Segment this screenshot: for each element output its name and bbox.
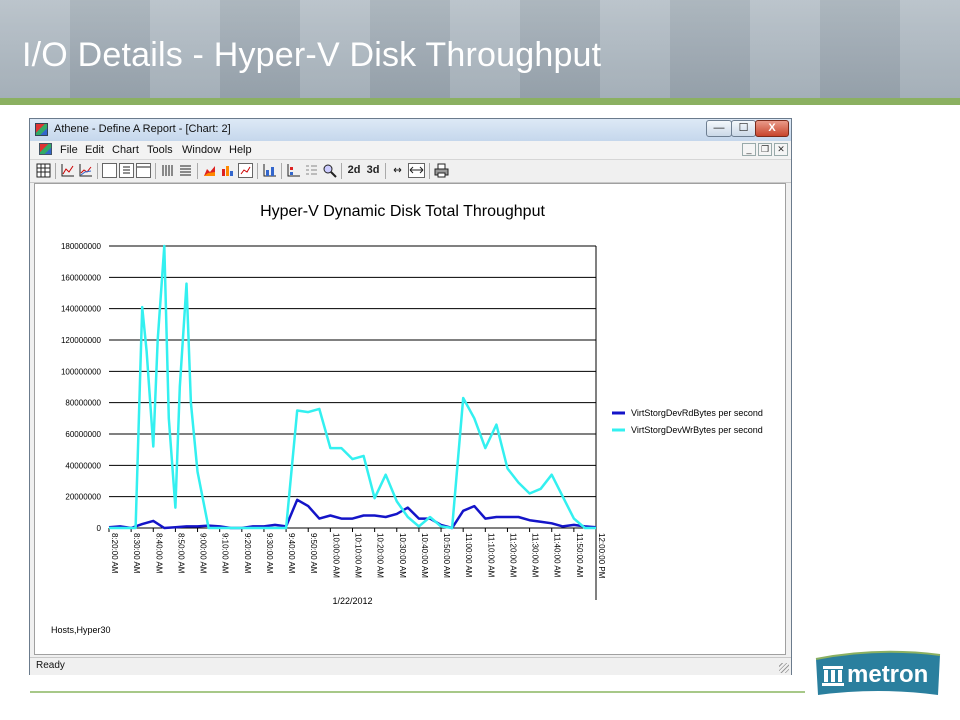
area-chart-icon[interactable] xyxy=(202,163,217,178)
mdi-restore-button[interactable]: ❐ xyxy=(758,143,772,156)
area-line-chart-icon[interactable] xyxy=(78,163,93,178)
close-button[interactable]: X xyxy=(755,120,789,137)
wide-width-icon[interactable] xyxy=(408,163,425,178)
view-2d-button[interactable]: 2d xyxy=(345,163,363,178)
x-tick-label: 9:20:00 AM xyxy=(243,533,252,574)
document-icon[interactable] xyxy=(39,143,52,155)
x-tick-label: 10:50:00 AM xyxy=(442,533,451,578)
logo-graphic: metron xyxy=(815,650,941,695)
legend-label-1: VirtStorgDevRdBytes per second xyxy=(631,408,763,418)
slide-header: I/O Details - Hyper-V Disk Throughput xyxy=(0,0,960,98)
y-tick-label: 160000000 xyxy=(61,273,102,282)
window-titlebar[interactable]: Athene - Define A Report - [Chart: 2] — … xyxy=(30,119,791,141)
chart-footnote: Hosts,Hyper30 xyxy=(51,625,111,635)
x-tick-label: 9:40:00 AM xyxy=(287,533,296,574)
resize-grip[interactable] xyxy=(779,663,789,673)
chart-area: Hyper-V Dynamic Disk Total Throughput 0 20… xyxy=(34,183,786,655)
slide-title: I/O Details - Hyper-V Disk Throughput xyxy=(22,36,602,74)
layout-list-icon[interactable] xyxy=(119,163,134,178)
x-tick-label: 10:40:00 AM xyxy=(420,533,429,578)
x-tick-label: 12:00:00 PM xyxy=(597,533,606,579)
x-tick-label: 8:40:00 AM xyxy=(154,533,163,574)
window-title: Athene - Define A Report - [Chart: 2] xyxy=(54,123,231,135)
menu-tools[interactable]: Tools xyxy=(147,144,173,156)
x-tick-label: 9:10:00 AM xyxy=(221,533,230,574)
y-tick-label: 80000000 xyxy=(65,399,101,408)
y-tick-label: 140000000 xyxy=(61,305,102,314)
x-tick-label: 11:50:00 AM xyxy=(575,533,584,578)
menu-chart[interactable]: Chart xyxy=(112,144,139,156)
stacked-chart-icon[interactable] xyxy=(262,163,277,178)
toolbar: 2d 3d xyxy=(30,160,791,183)
y-tick-label: 180000000 xyxy=(61,242,102,251)
legend-label-2: VirtStorgDevWrBytes per second xyxy=(631,425,763,435)
menubar: File Edit Chart Tools Window Help _ ❐ ✕ xyxy=(30,141,791,160)
metron-logo: metron xyxy=(814,649,942,699)
bar-chart-icon[interactable] xyxy=(220,163,235,178)
statusbar: Ready xyxy=(30,657,791,675)
mdi-close-button[interactable]: ✕ xyxy=(774,143,788,156)
menu-window[interactable]: Window xyxy=(182,144,221,156)
trend-chart-icon[interactable] xyxy=(238,163,253,178)
x-tick-label: 8:50:00 AM xyxy=(176,533,185,574)
legend-icon[interactable] xyxy=(286,163,301,178)
x-tick-label: 10:00:00 AM xyxy=(331,533,340,578)
footer-rule xyxy=(30,691,805,693)
minimize-button[interactable]: — xyxy=(706,120,732,137)
x-tick-label: 9:50:00 AM xyxy=(309,533,318,574)
x-tick-label: 10:10:00 AM xyxy=(354,533,363,578)
y-tick-label: 40000000 xyxy=(65,461,101,470)
columns-icon[interactable] xyxy=(160,163,175,178)
app-window: Athene - Define A Report - [Chart: 2] — … xyxy=(29,118,792,675)
table-view-icon[interactable] xyxy=(36,163,51,178)
narrow-width-icon[interactable] xyxy=(390,163,405,178)
find-icon[interactable] xyxy=(322,163,337,178)
logo-text: metron xyxy=(847,661,928,688)
menu-edit[interactable]: Edit xyxy=(85,144,104,156)
mdi-minimize-button[interactable]: _ xyxy=(742,143,756,156)
x-tick-label: 9:00:00 AM xyxy=(199,533,208,574)
series-line-2 xyxy=(109,244,596,530)
series-line-1 xyxy=(108,498,597,530)
view-3d-button[interactable]: 3d xyxy=(364,163,382,178)
x-tick-label: 11:30:00 AM xyxy=(531,533,540,578)
x-tick-label: 11:00:00 AM xyxy=(464,533,473,578)
y-tick-label: 60000000 xyxy=(65,430,101,439)
x-tick-label: 8:30:00 AM xyxy=(132,533,141,574)
layout-single-icon[interactable] xyxy=(102,163,117,178)
status-text: Ready xyxy=(36,660,65,671)
x-tick-label: 10:20:00 AM xyxy=(376,533,385,578)
menu-file[interactable]: File xyxy=(60,144,78,156)
menu-help[interactable]: Help xyxy=(229,144,252,156)
x-tick-label: 11:10:00 AM xyxy=(486,533,495,578)
x-axis-label: 1/22/2012 xyxy=(332,596,372,606)
chart-title: Hyper-V Dynamic Disk Total Throughput xyxy=(260,203,545,220)
y-tick-label: 20000000 xyxy=(65,493,101,502)
app-icon[interactable] xyxy=(35,123,48,136)
y-tick-label: 100000000 xyxy=(61,367,102,376)
rows-icon[interactable] xyxy=(178,163,193,178)
line-chart-icon[interactable] xyxy=(60,163,75,178)
layout-frame-icon[interactable] xyxy=(136,163,151,178)
x-tick-label: 9:30:00 AM xyxy=(265,533,274,574)
y-tick-label: 0 xyxy=(97,524,102,533)
x-tick-label: 10:30:00 AM xyxy=(398,533,407,578)
line-chart: Hyper-V Dynamic Disk Total Throughput 0 20… xyxy=(51,203,763,635)
list-options-icon[interactable] xyxy=(304,163,319,178)
y-tick-label: 120000000 xyxy=(61,336,102,345)
header-accent-rule xyxy=(0,98,960,105)
x-tick-label: 11:40:00 AM xyxy=(553,533,562,578)
x-tick-label: 11:20:00 AM xyxy=(508,533,517,578)
maximize-button[interactable]: ☐ xyxy=(731,120,756,137)
x-tick-label: 8:20:00 AM xyxy=(110,533,119,574)
print-icon[interactable] xyxy=(434,163,449,178)
